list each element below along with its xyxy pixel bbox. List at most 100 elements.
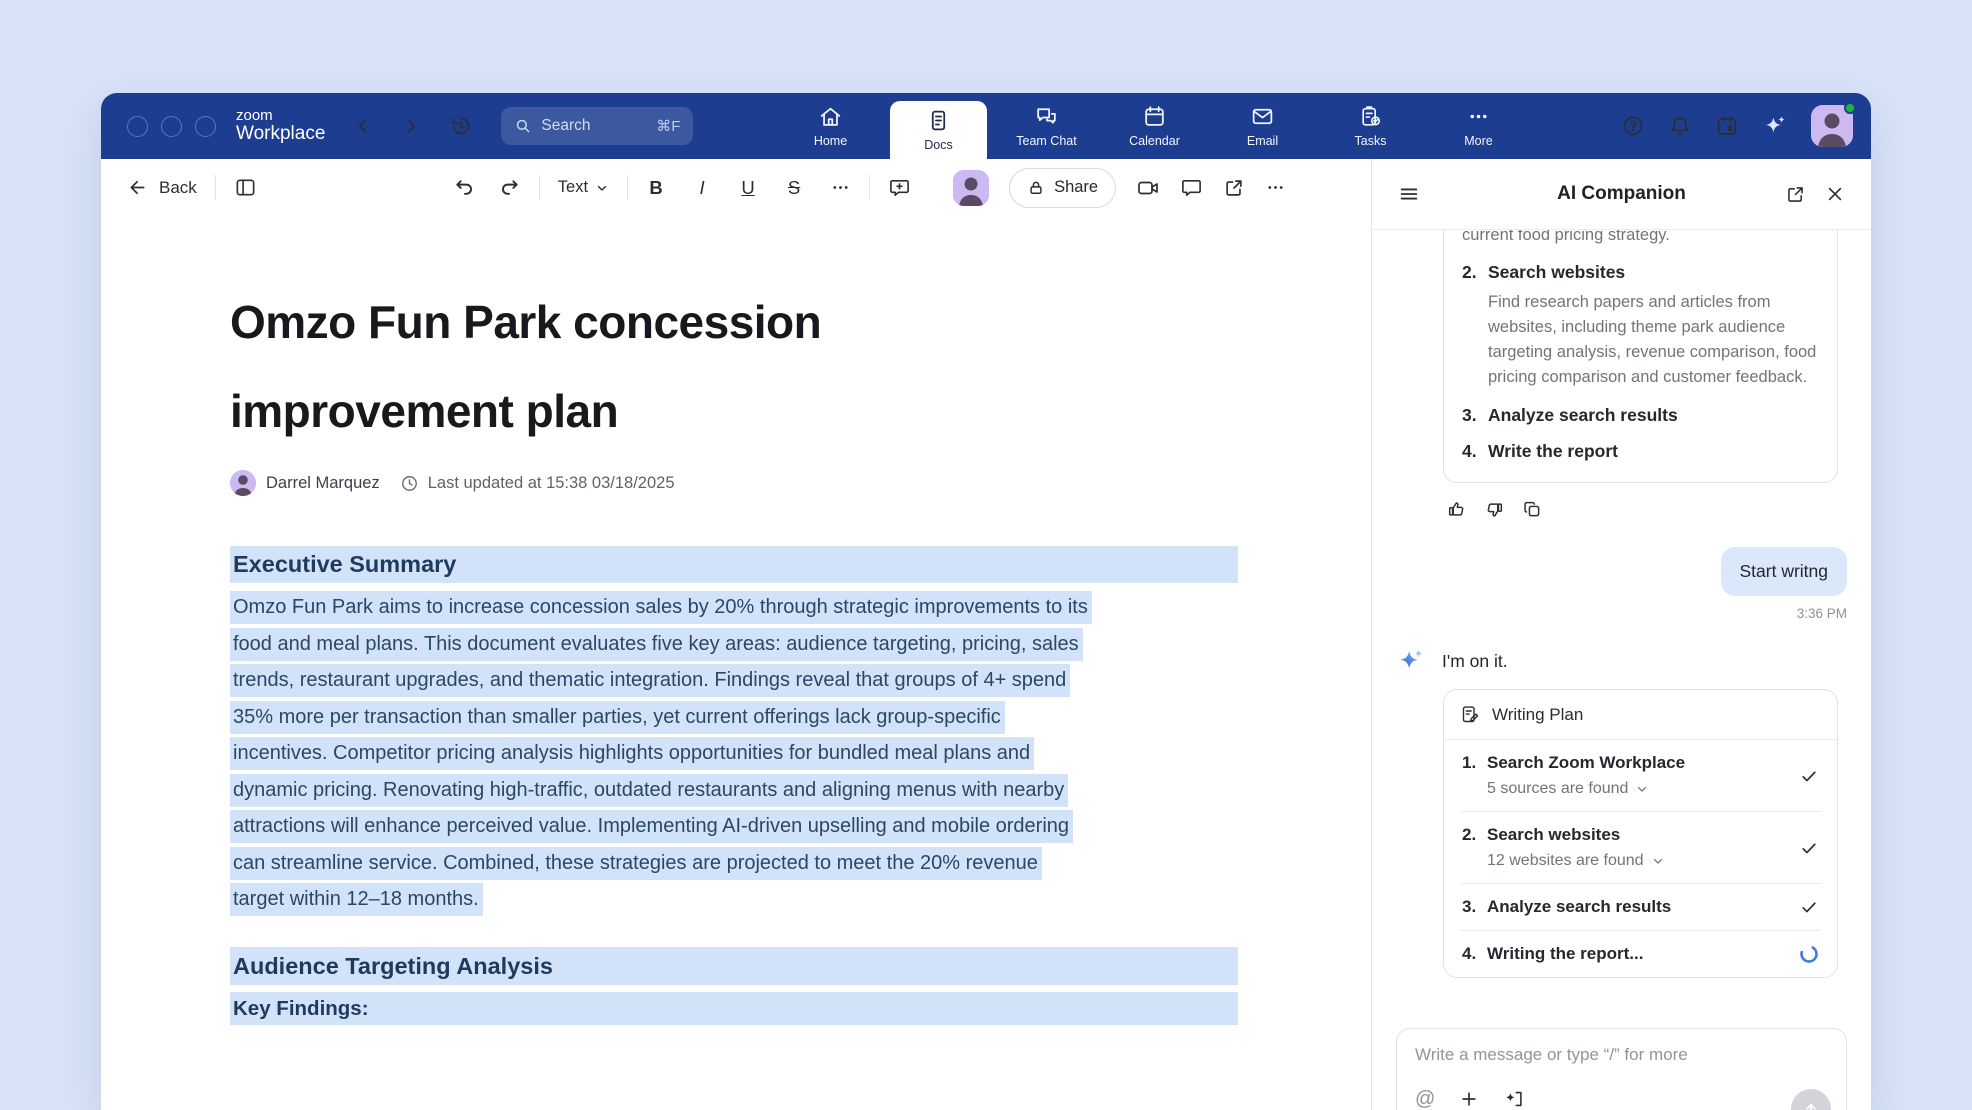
- redo-icon[interactable]: [498, 176, 521, 199]
- tab-home[interactable]: Home: [782, 93, 879, 159]
- ai-sparkle-avatar: [1396, 646, 1426, 676]
- user-message-bubble: Start writng: [1721, 547, 1848, 596]
- doc-toolbar: Back: [101, 159, 1371, 216]
- heading-audience-targeting: Audience Targeting Analysis: [230, 947, 1238, 985]
- step-sources-toggle[interactable]: 12 websites are found: [1487, 852, 1789, 870]
- bold-button[interactable]: B: [646, 177, 666, 199]
- close-icon[interactable]: [1825, 184, 1845, 204]
- plan-step-description: Find research papers and articles from w…: [1488, 290, 1819, 390]
- highlighted-line: target within 12–18 months.: [230, 883, 483, 916]
- document-byline: Darrel Marquez Last updated at 15:38 03/…: [230, 470, 1371, 496]
- plan-step-row: 2. Search websites 12 websites are found: [1460, 811, 1821, 883]
- more-actions-icon[interactable]: [1265, 177, 1286, 198]
- open-external-icon[interactable]: [1223, 177, 1245, 199]
- email-icon: [1250, 104, 1275, 129]
- author-name: Darrel Marquez: [266, 474, 380, 493]
- more-formatting-icon[interactable]: [830, 177, 851, 198]
- underline-button[interactable]: U: [738, 177, 758, 199]
- highlighted-line: incentives. Competitor pricing analysis …: [230, 737, 1034, 770]
- video-meeting-icon[interactable]: [1136, 176, 1160, 200]
- top-navbar: zoom Workplace Search ⌘F: [101, 93, 1871, 159]
- step-sources-toggle[interactable]: 5 sources are found: [1487, 780, 1789, 798]
- calendar-date-icon[interactable]: [1715, 114, 1739, 138]
- logo-workplace-text: Workplace: [236, 124, 325, 145]
- window-minimize-button[interactable]: [161, 116, 182, 137]
- ai-message-composer[interactable]: Write a message or type “/” for more @: [1396, 1028, 1847, 1110]
- ai-plan-message-card: current food pricing strategy. 2. Search…: [1443, 230, 1838, 483]
- ai-panel-header: AI Companion: [1372, 159, 1871, 230]
- ai-prompt-icon[interactable]: [1503, 1088, 1525, 1110]
- zoom-workplace-logo: zoom Workplace: [236, 108, 325, 145]
- lock-icon: [1027, 179, 1045, 197]
- tab-calendar[interactable]: Calendar: [1106, 93, 1203, 159]
- message-feedback-bar: [1446, 499, 1847, 520]
- user-avatar[interactable]: [1811, 105, 1853, 147]
- tab-tasks[interactable]: Tasks: [1322, 93, 1419, 159]
- writing-plan-card: Writing Plan 1. Search Zoom Workplace 5 …: [1443, 689, 1838, 978]
- clipped-text-line: current food pricing strategy.: [1462, 230, 1819, 247]
- tab-email[interactable]: Email: [1214, 93, 1311, 159]
- heading-executive-summary: Executive Summary: [230, 546, 1238, 583]
- highlighted-line: Omzo Fun Park aims to increase concessio…: [230, 591, 1092, 624]
- author-avatar: [230, 470, 256, 496]
- tab-more[interactable]: More: [1430, 93, 1527, 159]
- highlighted-line: food and meal plans. This document evalu…: [230, 628, 1083, 661]
- chevron-down-icon: [1651, 854, 1665, 868]
- thumbs-up-icon[interactable]: [1446, 499, 1467, 520]
- message-timestamp: 3:36 PM: [1396, 606, 1847, 621]
- ai-reply-text: I'm on it.: [1442, 651, 1508, 672]
- document-canvas[interactable]: Omzo Fun Park concession improvement pla…: [101, 216, 1371, 1110]
- collaborator-avatar[interactable]: [953, 170, 989, 206]
- chat-icon[interactable]: [1180, 176, 1203, 199]
- desktop: zoom Workplace Search ⌘F: [0, 0, 1972, 1110]
- back-button[interactable]: Back: [127, 177, 197, 198]
- italic-button[interactable]: I: [692, 177, 712, 199]
- tab-team-chat[interactable]: Team Chat: [998, 93, 1095, 159]
- add-attachment-icon[interactable]: [1459, 1089, 1479, 1109]
- thumbs-down-icon[interactable]: [1484, 499, 1505, 520]
- ai-panel-title: AI Companion: [1557, 183, 1686, 205]
- team-chat-icon: [1034, 104, 1059, 129]
- nav-tabs: Home Docs Team Chat Calendar Email: [782, 93, 1527, 159]
- window-close-button[interactable]: [127, 116, 148, 137]
- window-zoom-button[interactable]: [195, 116, 216, 137]
- hamburger-menu-icon[interactable]: [1398, 183, 1420, 205]
- add-comment-icon[interactable]: [888, 176, 911, 199]
- highlighted-line: 35% more per transaction than smaller pa…: [230, 701, 1005, 734]
- undo-icon[interactable]: [453, 176, 476, 199]
- writing-plan-title: Writing Plan: [1492, 705, 1583, 725]
- nav-forward-icon[interactable]: [401, 116, 421, 136]
- ai-companion-sparkle-icon[interactable]: [1762, 113, 1788, 139]
- notifications-bell-icon[interactable]: [1668, 114, 1692, 138]
- history-icon[interactable]: [449, 114, 473, 138]
- ai-chat-scroll-area[interactable]: current food pricing strategy. 2. Search…: [1372, 230, 1871, 1110]
- plan-step-title: Write the report: [1488, 441, 1819, 462]
- nav-back-icon[interactable]: [353, 116, 373, 136]
- strikethrough-button[interactable]: S: [784, 177, 804, 199]
- step-done-check-icon: [1799, 766, 1819, 786]
- highlighted-line: can streamline service. Combined, these …: [230, 847, 1042, 880]
- sidebar-toggle-icon[interactable]: [234, 176, 257, 199]
- plan-step-title: Search websites: [1488, 262, 1819, 283]
- plan-step-title: Analyze search results: [1488, 405, 1819, 426]
- copy-icon[interactable]: [1522, 499, 1543, 520]
- step-done-check-icon: [1799, 897, 1819, 917]
- text-style-dropdown[interactable]: Text: [558, 178, 609, 197]
- window-controls[interactable]: [127, 116, 216, 137]
- search-input[interactable]: Search ⌘F: [501, 107, 693, 145]
- highlighted-line: trends, restaurant upgrades, and themati…: [230, 664, 1070, 697]
- online-status-dot: [1844, 102, 1856, 114]
- share-button[interactable]: Share: [1009, 168, 1116, 208]
- mention-icon[interactable]: @: [1415, 1089, 1435, 1109]
- help-icon[interactable]: [1621, 114, 1645, 138]
- tab-docs[interactable]: Docs: [890, 101, 987, 159]
- docs-icon: [926, 108, 951, 133]
- writing-plan-icon: [1460, 704, 1481, 725]
- step-done-check-icon: [1799, 838, 1819, 858]
- highlighted-line: attractions will enhance perceived value…: [230, 810, 1073, 843]
- pop-out-icon[interactable]: [1785, 184, 1806, 205]
- more-icon: [1466, 104, 1491, 129]
- zoom-workplace-window: zoom Workplace Search ⌘F: [101, 93, 1871, 1110]
- calendar-icon: [1142, 104, 1167, 129]
- plan-step-row: 4. Writing the report...: [1460, 930, 1821, 977]
